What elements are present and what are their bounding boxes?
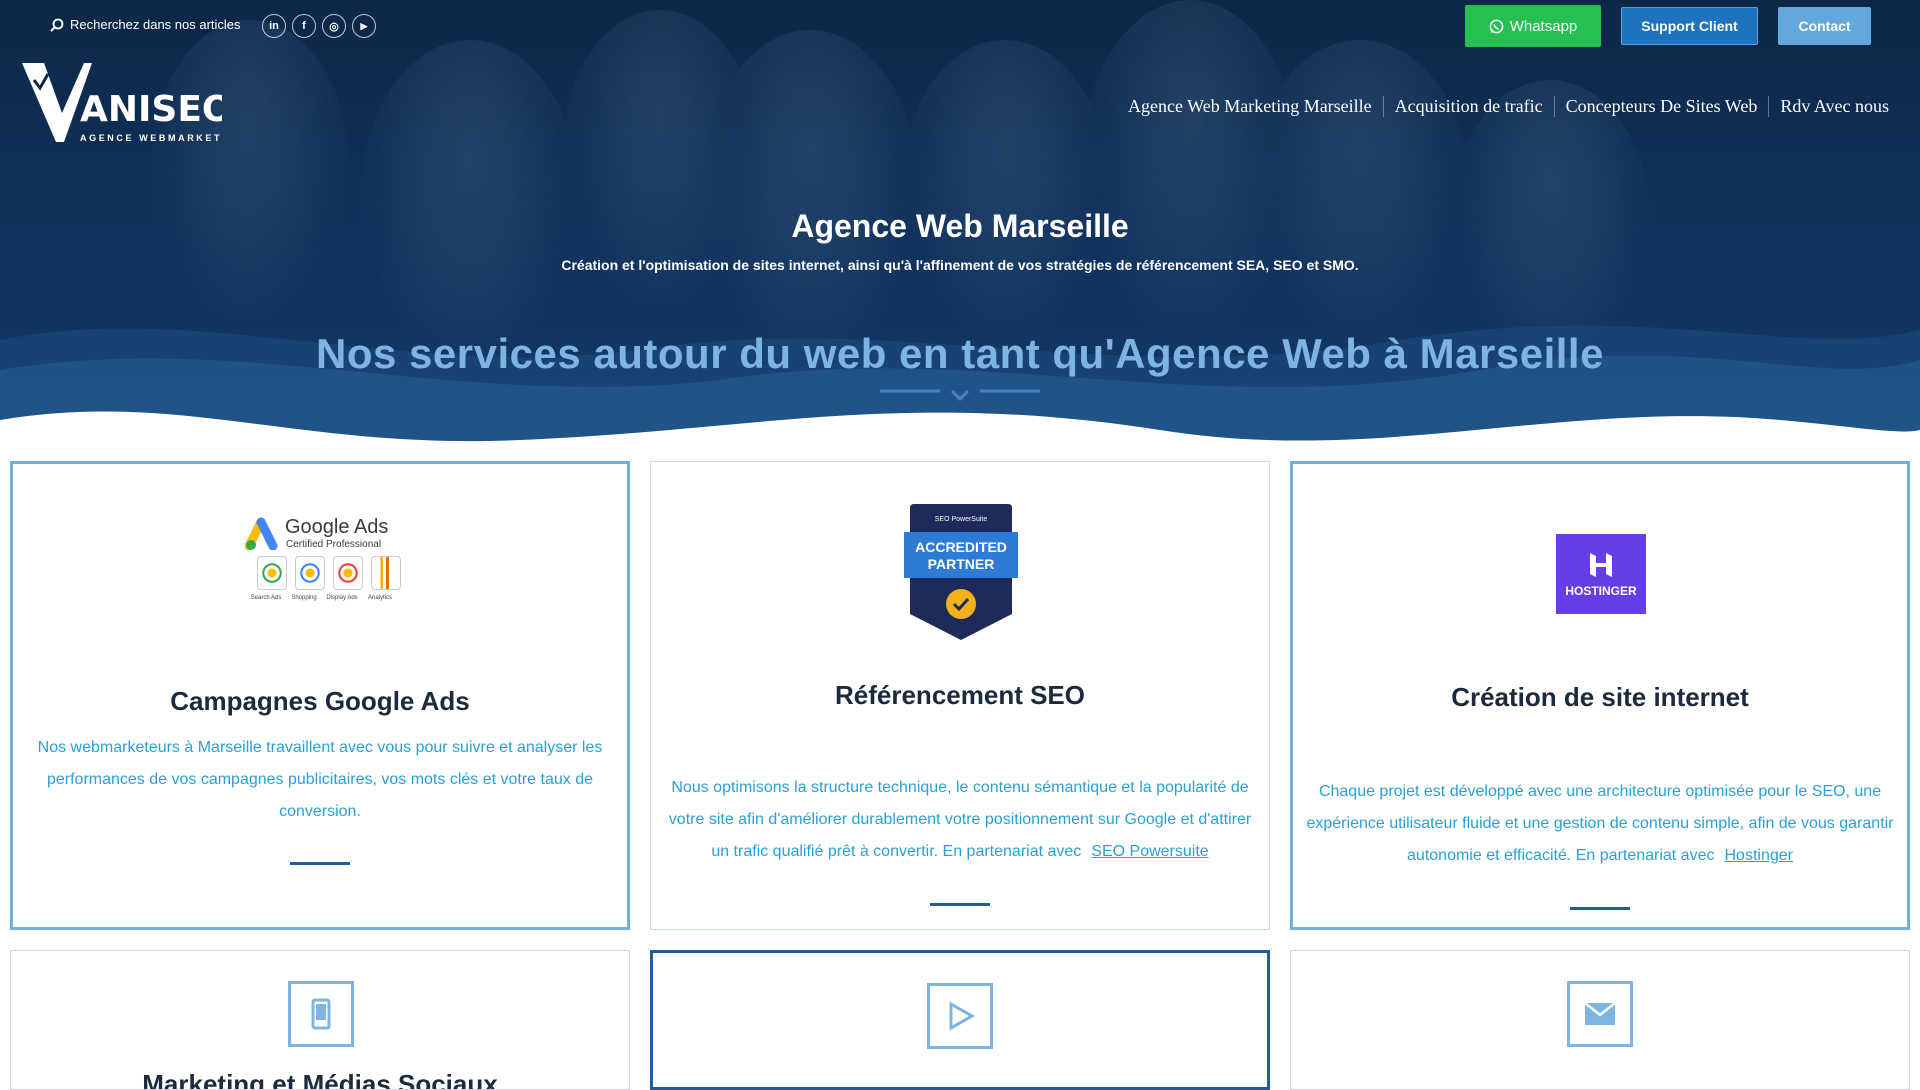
- badge-brand: Google Ads: [285, 516, 389, 538]
- card-divider: [290, 862, 350, 865]
- search-icon: [50, 18, 64, 32]
- card-text: Chaque projet est développé avec une arc…: [1306, 783, 1894, 864]
- card-title: Campagnes Google Ads: [170, 686, 470, 716]
- youtube-icon[interactable]: ▶: [352, 14, 376, 38]
- hostinger-link[interactable]: Hostinger: [1724, 847, 1792, 864]
- envelope-icon: [1567, 981, 1633, 1047]
- play-icon: [927, 983, 993, 1049]
- social-links: in f ◎ ▶: [262, 14, 376, 38]
- badge-sub: Certified Professional: [286, 539, 382, 550]
- support-client-button[interactable]: Support Client: [1621, 7, 1758, 45]
- hero-title: Agence Web Marseille: [791, 208, 1129, 244]
- service-card-video[interactable]: [650, 950, 1270, 1090]
- logo-name: ANISEO: [80, 89, 222, 130]
- badge-display-ads-icon: [333, 556, 363, 590]
- badge-item-label: Search Ads: [250, 595, 282, 601]
- card-text: Nos webmarketeurs à Marseille travaillen…: [37, 739, 603, 820]
- badge-item-label: Analytics: [367, 595, 392, 601]
- card-text: Nous optimisons la structure technique, …: [668, 779, 1252, 860]
- card-divider: [1570, 907, 1630, 910]
- badge-item-label: Display Ads: [326, 595, 358, 601]
- services-title: Nos services autour du web en tant qu'Ag…: [316, 330, 1604, 377]
- nav-item-acquisition-trafic[interactable]: Acquisition de trafic: [1382, 96, 1554, 117]
- linkedin-icon[interactable]: in: [262, 14, 286, 38]
- whatsapp-icon: [1489, 19, 1504, 33]
- badge-analytics-icon: [371, 556, 401, 590]
- hostinger-label: HOSTINGER: [1565, 583, 1637, 598]
- whatsapp-label: Whatsapp: [1509, 17, 1578, 35]
- whatsapp-button[interactable]: Whatsapp: [1465, 5, 1601, 47]
- facebook-icon[interactable]: f: [292, 14, 316, 38]
- seo-powersuite-link[interactable]: SEO Powersuite: [1091, 843, 1208, 860]
- badge-line2: PARTNER: [928, 556, 995, 572]
- main-nav: Agence Web Marketing Marseille Acquisiti…: [1117, 96, 1900, 117]
- search-link[interactable]: Recherchez dans nos articles: [50, 17, 241, 32]
- hostinger-logo: HOSTINGER: [1556, 534, 1646, 614]
- badge-shopping-icon: [295, 556, 325, 590]
- google-ads-certification-badge: Google Ads Certified Professional Search…: [245, 514, 405, 614]
- contact-button[interactable]: Contact: [1778, 7, 1871, 45]
- service-card-creation-site[interactable]: HOSTINGER Création de site internet Chaq…: [1290, 461, 1910, 930]
- google-ads-logo-icon: [245, 517, 278, 550]
- logo-mark: ANISEO AGENCE WEBMARKETING: [22, 63, 243, 143]
- card-divider: [930, 903, 990, 906]
- instagram-icon[interactable]: ◎: [322, 14, 346, 38]
- section-divider: [880, 389, 1040, 402]
- badge-search-ads-icon: [257, 556, 287, 590]
- service-card-social-media[interactable]: Marketing et Médias Sociaux: [10, 950, 630, 1090]
- smartphone-icon: [288, 981, 354, 1047]
- nav-item-rdv[interactable]: Rdv Avec nous: [1768, 96, 1900, 117]
- service-card-emailing[interactable]: [1290, 950, 1910, 1090]
- nav-item-agence-web-marketing[interactable]: Agence Web Marketing Marseille: [1117, 96, 1383, 117]
- nav-item-concepteurs-sites[interactable]: Concepteurs De Sites Web: [1553, 96, 1769, 117]
- vaniseo-logo[interactable]: ANISEO AGENCE WEBMARKETING: [22, 58, 243, 153]
- badge-line1: ACCREDITED: [915, 539, 1007, 555]
- hostinger-h-icon: [1590, 552, 1612, 577]
- badge-top: SEO PowerSuite: [935, 516, 988, 523]
- hero-subtitle: Création et l'optimisation de sites inte…: [561, 257, 1359, 273]
- service-card-google-ads[interactable]: Google Ads Certified Professional Search…: [10, 461, 630, 930]
- service-card-seo[interactable]: SEO PowerSuite ACCREDITED PARTNER Référe…: [650, 461, 1270, 930]
- logo-tagline: AGENCE WEBMARKETING: [80, 133, 222, 143]
- badge-item-label: Shopping: [291, 595, 317, 601]
- card-title: Création de site internet: [1451, 682, 1749, 712]
- search-label: Recherchez dans nos articles: [70, 17, 241, 32]
- seo-powersuite-partner-badge: SEO PowerSuite ACCREDITED PARTNER: [904, 504, 1018, 640]
- hero-waves: [0, 325, 1920, 470]
- card-title: Référencement SEO: [835, 680, 1085, 710]
